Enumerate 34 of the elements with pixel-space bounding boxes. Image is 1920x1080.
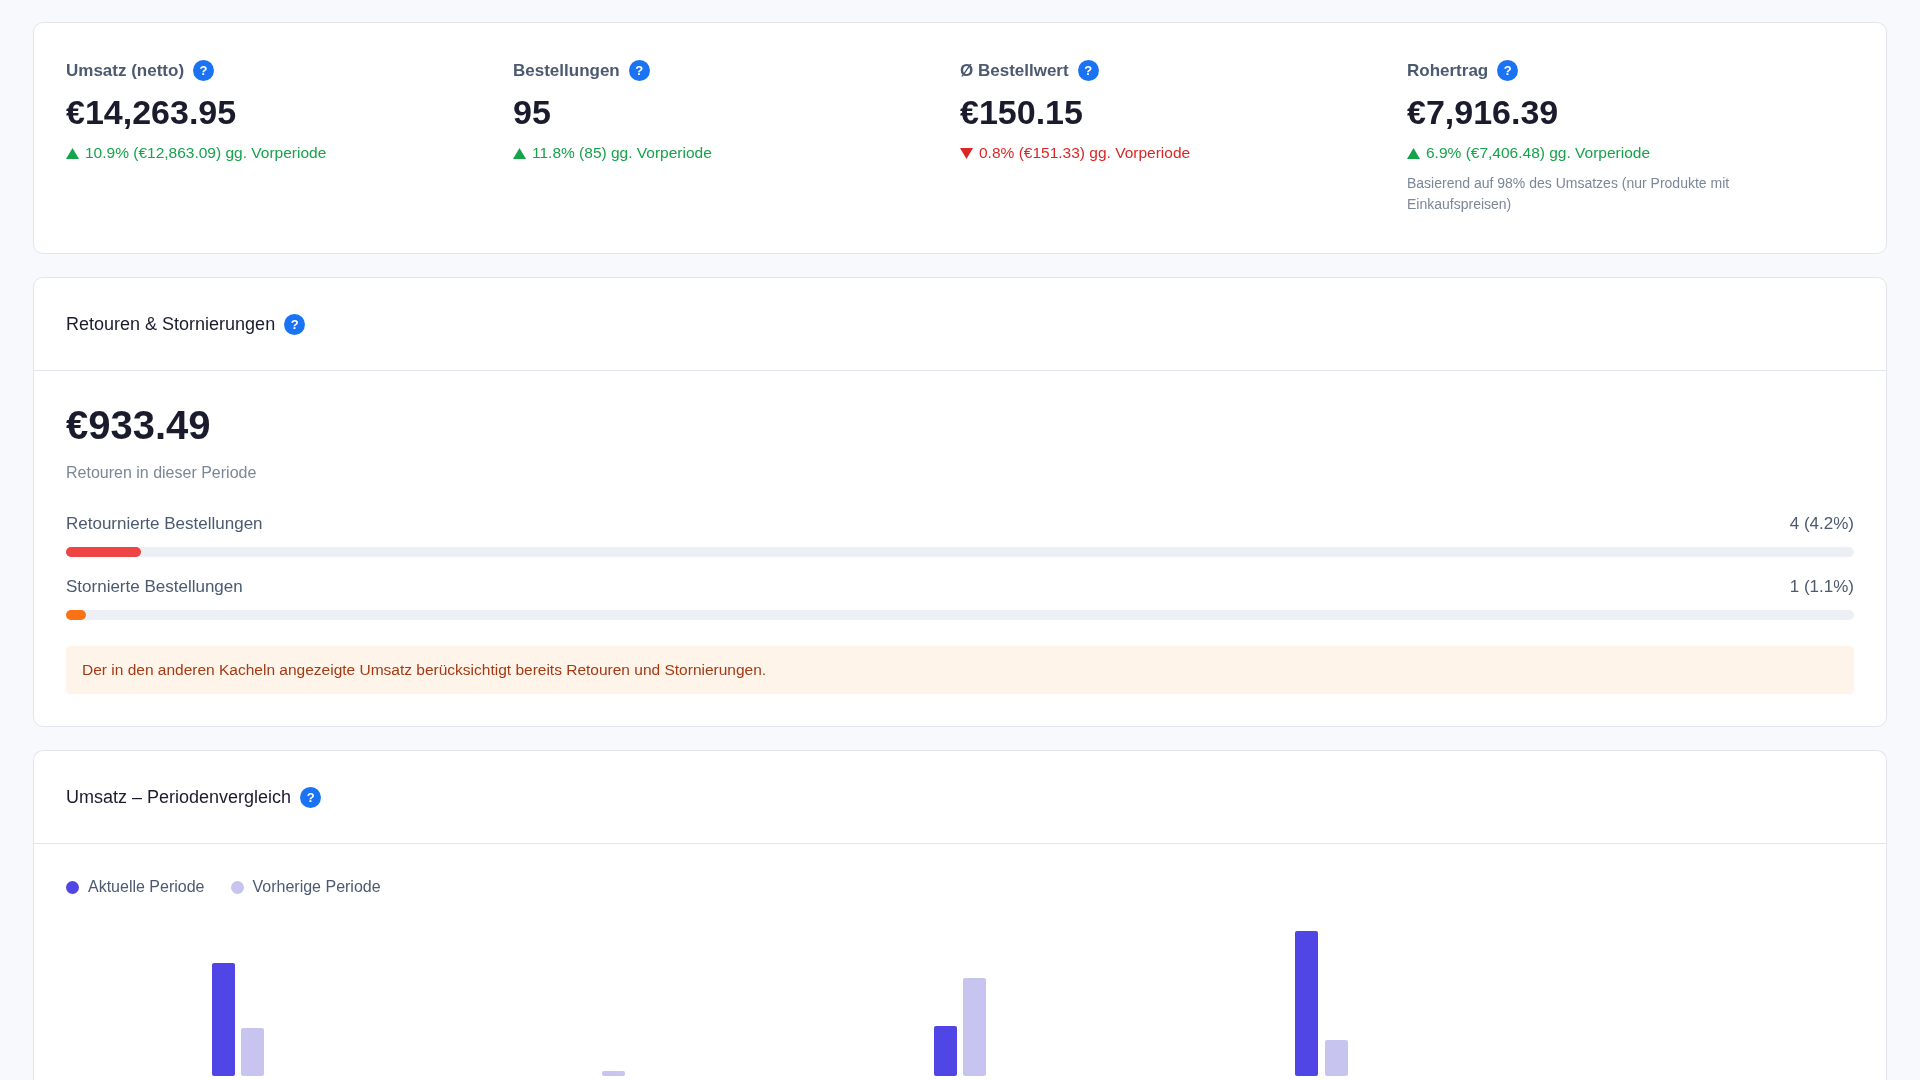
legend-label: Vorherige Periode <box>252 878 381 896</box>
notice-banner: Der in den anderen Kacheln angezeigte Umsatz berücksichtigt bereits Retouren und Stornierungen. <box>66 646 1854 694</box>
metric-value: €150.15 <box>960 93 1084 132</box>
row-reading: 4 (4.2%) <box>1789 514 1854 534</box>
help-icon[interactable]: ? <box>1077 60 1099 81</box>
help-icon[interactable]: ? <box>1497 60 1519 81</box>
change-text: 6.9% (€7,406.48) gg. Vorperiode <box>1426 144 1651 162</box>
bar <box>934 1026 957 1076</box>
change-text: 10.9% (€12,863.09) gg. Vorperiode <box>85 144 327 162</box>
row-reading: 1 (1.1%) <box>1789 577 1854 597</box>
change-text: 0.8% (€151.33) gg. Vorperiode <box>979 144 1191 162</box>
metric-label: Umsatz (netto) <box>66 60 185 81</box>
help-icon[interactable]: ? <box>300 786 322 808</box>
metric-note: Basierend auf 98% des Umsatzes (nur Produkte mit Einkaufspreisen) <box>1407 174 1731 214</box>
help-icon[interactable]: ? <box>284 313 306 335</box>
returns-amount: €933.49 <box>66 403 212 448</box>
returns-caption: Retouren in dieser Periode <box>66 464 258 482</box>
bar <box>602 1071 625 1076</box>
section-title: Umsatz – Periodenvergleich <box>66 786 292 808</box>
section-title: Retouren & Stornierungen <box>66 313 276 335</box>
change-text: 11.8% (85) gg. Vorperiode <box>532 144 712 162</box>
help-icon[interactable]: ? <box>628 60 650 81</box>
metric-value: €14,263.95 <box>66 93 238 132</box>
metric-label: Ø Bestellwert <box>960 60 1069 81</box>
metric-value: 95 <box>513 93 552 132</box>
legend-label: Aktuelle Periode <box>88 878 205 896</box>
bar <box>1325 1040 1348 1076</box>
metric-value: €7,916.39 <box>1407 93 1560 132</box>
help-icon[interactable]: ? <box>193 60 215 81</box>
row-label: Retournierte Bestellungen <box>66 514 263 534</box>
bar <box>241 1028 264 1076</box>
metric-label: Rohertrag <box>1407 60 1489 81</box>
metric-label: Bestellungen <box>513 60 620 81</box>
row-label: Stornierte Bestellungen <box>66 577 243 597</box>
